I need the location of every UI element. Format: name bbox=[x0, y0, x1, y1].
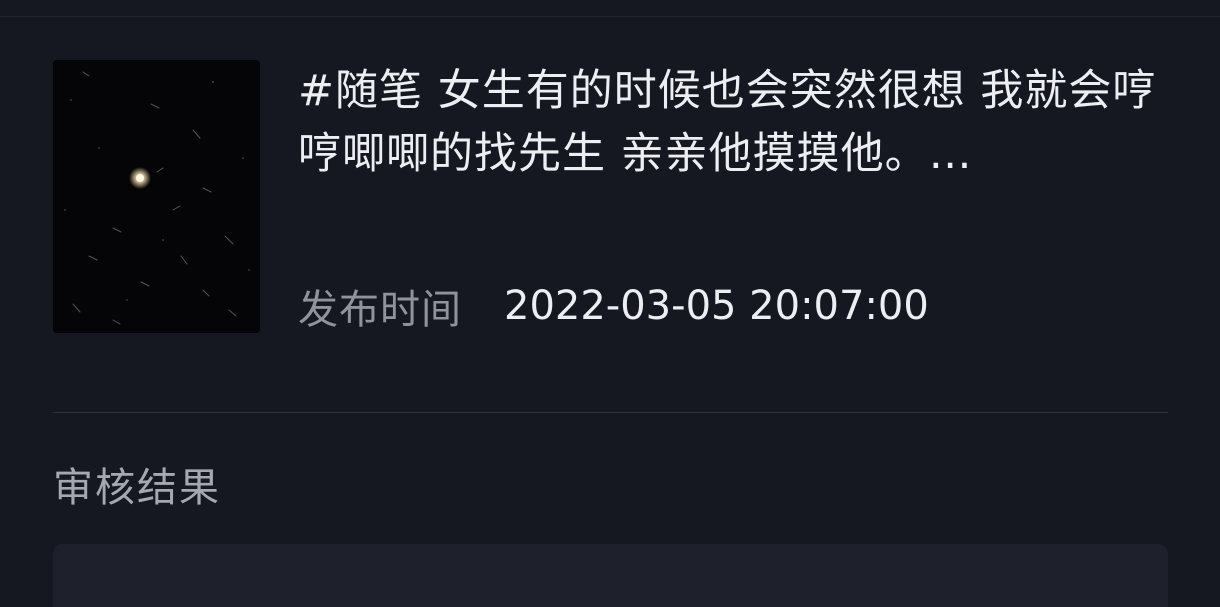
publish-info: 发布时间 2022-03-05 20:07:00 bbox=[298, 276, 929, 336]
post-card[interactable]: #随笔 女生有的时候也会突然很想 我就会哼哼唧唧的找先生 亲亲他摸摸他。… 发布… bbox=[0, 0, 1220, 412]
post-thumbnail[interactable] bbox=[53, 60, 260, 333]
section-divider bbox=[53, 412, 1168, 413]
review-result-title: 审核结果 bbox=[53, 465, 221, 511]
night-sky-photo-icon bbox=[53, 60, 260, 333]
publish-label: 发布时间 bbox=[298, 287, 462, 333]
review-result-panel bbox=[53, 544, 1168, 607]
publish-time: 2022-03-05 20:07:00 bbox=[504, 283, 929, 329]
post-text[interactable]: #随笔 女生有的时候也会突然很想 我就会哼哼唧唧的找先生 亲亲他摸摸他。… bbox=[298, 60, 1178, 186]
